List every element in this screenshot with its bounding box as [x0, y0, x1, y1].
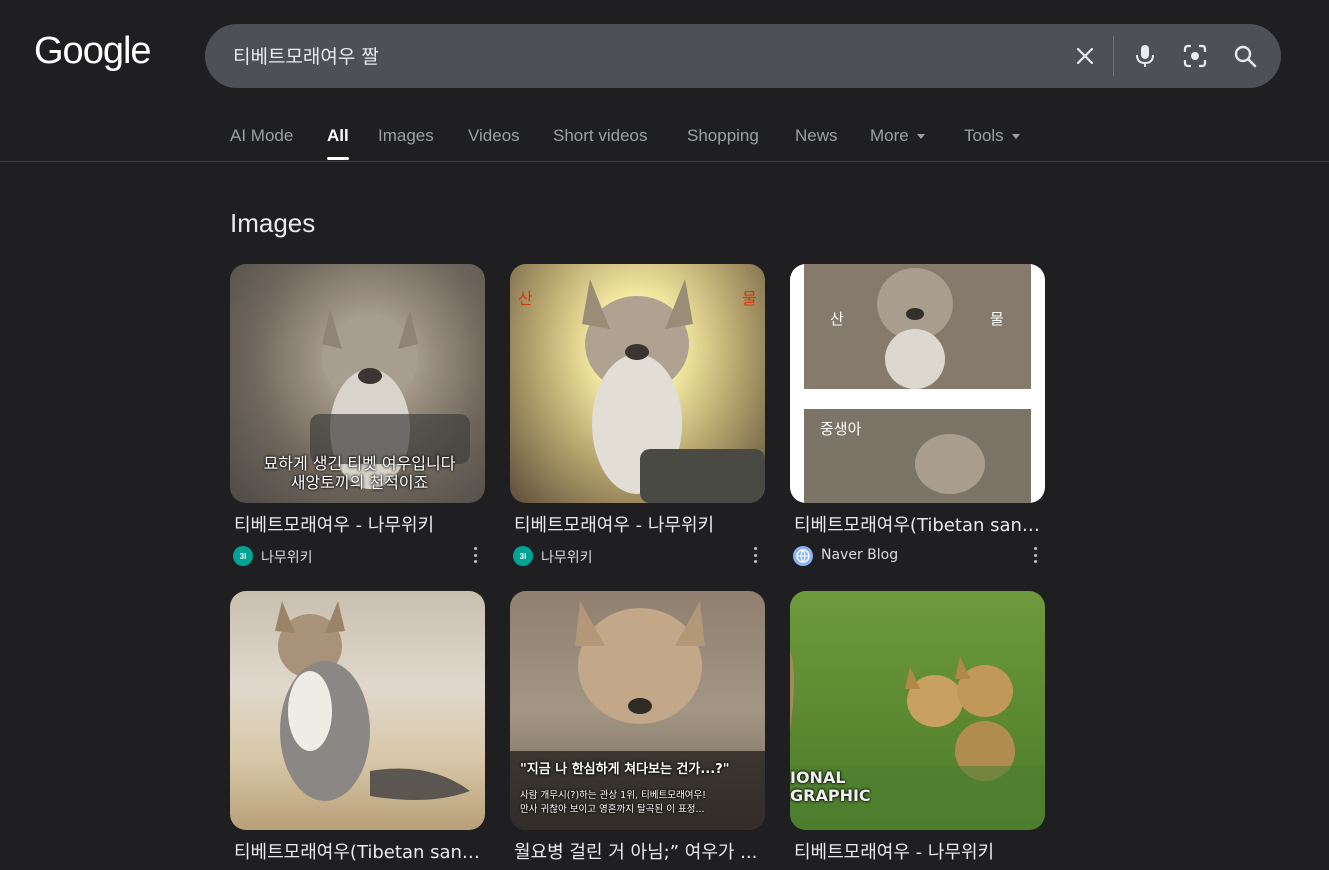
chevron-down-icon	[1011, 134, 1020, 140]
more-options-icon[interactable]	[471, 547, 479, 563]
images-section-title: Images	[230, 208, 316, 238]
tab-tools[interactable]: Tools	[964, 126, 1020, 146]
image-result-card[interactable]: 산 물 티베트모래여우 - 나무위키 3l 나무위키	[510, 264, 765, 567]
svg-text:물: 물	[990, 310, 1004, 328]
fox-image[interactable]: 산 물	[510, 264, 765, 503]
overlay-caption-3: 만사 귀찮아 보이고 영혼까지 탈곡된 이 표정...	[520, 804, 705, 815]
source-label: 나무위키	[541, 550, 593, 566]
image-result-card[interactable]: 산 물 중생아 티베트모래여우(Tibetan sand ... Naver B…	[790, 264, 1045, 567]
source-label: 나무위키	[261, 550, 313, 566]
image-result-card[interactable]: IONAL GRAPHIC 티베트모래여우 - 나무위키	[790, 591, 1045, 864]
active-tab-indicator	[327, 157, 349, 160]
watermark-line-1: IONAL	[790, 768, 846, 787]
fox-image[interactable]: IONAL GRAPHIC	[790, 591, 1045, 830]
svg-text:중생아: 중생아	[820, 420, 862, 438]
clear-icon[interactable]	[1071, 42, 1099, 70]
fox-image[interactable]: 산 물 중생아	[790, 264, 1045, 503]
tab-videos[interactable]: Videos	[468, 126, 520, 146]
tab-all[interactable]: All	[327, 126, 349, 146]
result-title[interactable]: 티베트모래여우 - 나무위키	[514, 511, 764, 537]
watermark-line-2: GRAPHIC	[790, 786, 871, 805]
overlay-caption-1: "지금 나 한심하게 쳐다보는 건가...?"	[520, 762, 730, 777]
tab-short-videos[interactable]: Short videos	[553, 126, 648, 146]
svg-text:산: 산	[518, 289, 533, 308]
image-result-card[interactable]: 티베트모래여우(Tibetan sand ...	[230, 591, 485, 864]
overlay-caption-2: 사람 개무시(?)하는 관상 1위, 티베트모래여우!	[520, 790, 706, 801]
namuwiki-icon: 3l	[513, 546, 533, 566]
search-divider	[1113, 36, 1114, 76]
header: Google 티베트모래여우 짤 AI Mode All Images Vide…	[0, 0, 1329, 162]
tab-ai-mode[interactable]: AI Mode	[230, 126, 293, 146]
overlay-caption-2: 새앙토끼의 천적이죠	[290, 473, 429, 492]
svg-text:산: 산	[830, 310, 844, 328]
search-bar[interactable]: 티베트모래여우 짤	[205, 24, 1281, 88]
result-source[interactable]: 3l 나무위키	[513, 545, 765, 567]
search-icon[interactable]	[1231, 42, 1259, 70]
overlay-caption-1: 묘하게 생긴 티벳 여우입니다	[263, 454, 456, 473]
result-source[interactable]: 3l 나무위키	[233, 545, 485, 567]
more-options-icon[interactable]	[1031, 547, 1039, 563]
result-title[interactable]: 티베트모래여우(Tibetan sand ...	[794, 511, 1044, 537]
image-result-card[interactable]: 묘하게 생긴 티벳 여우입니다 새앙토끼의 천적이죠 티베트모래여우 - 나무위…	[230, 264, 485, 567]
tab-more-label: More	[870, 126, 909, 145]
tab-news[interactable]: News	[795, 126, 838, 146]
svg-text:물: 물	[742, 289, 757, 308]
tab-images[interactable]: Images	[378, 126, 434, 146]
result-title[interactable]: 티베트모래여우(Tibetan sand ...	[234, 838, 484, 864]
tab-more[interactable]: More	[870, 126, 925, 146]
fox-image[interactable]: "지금 나 한심하게 쳐다보는 건가...?" 사람 개무시(?)하는 관상 1…	[510, 591, 765, 830]
globe-icon	[793, 546, 813, 566]
result-title[interactable]: 티베트모래여우 - 나무위키	[794, 838, 1044, 864]
namuwiki-icon: 3l	[233, 546, 253, 566]
image-result-card[interactable]: "지금 나 한심하게 쳐다보는 건가...?" 사람 개무시(?)하는 관상 1…	[510, 591, 765, 864]
tab-tools-label: Tools	[964, 126, 1004, 145]
more-options-icon[interactable]	[751, 547, 759, 563]
chevron-down-icon	[916, 134, 925, 140]
fox-image[interactable]: 묘하게 생긴 티벳 여우입니다 새앙토끼의 천적이죠	[230, 264, 485, 503]
result-source[interactable]: Naver Blog	[793, 545, 1045, 567]
source-label: Naver Blog	[821, 547, 899, 563]
microphone-icon[interactable]	[1131, 42, 1159, 70]
search-input[interactable]: 티베트모래여우 짤	[233, 42, 379, 69]
google-logo[interactable]: Google	[34, 30, 152, 73]
result-title[interactable]: 티베트모래여우 - 나무위키	[234, 511, 484, 537]
tab-shopping[interactable]: Shopping	[687, 126, 759, 146]
fox-image[interactable]	[230, 591, 485, 830]
result-title[interactable]: 월요병 걸린 거 아님;” 여우가 ...	[514, 838, 764, 864]
lens-icon[interactable]	[1181, 42, 1209, 70]
